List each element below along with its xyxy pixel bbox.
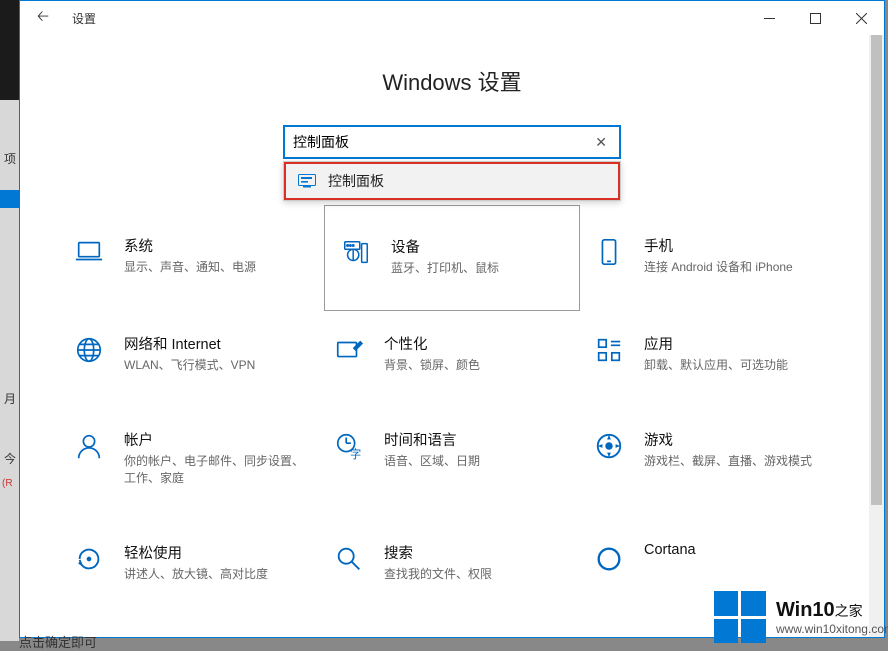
search-suggestion[interactable]: 控制面板 (284, 162, 620, 200)
category-desc: 连接 Android 设备和 iPhone (644, 259, 793, 275)
category-title: 搜索 (384, 542, 492, 563)
back-button[interactable]: 🡠 (20, 6, 66, 31)
background-strip: 项 月 今 (R (0, 0, 19, 641)
category-desc: 显示、声音、通知、电源 (124, 259, 256, 275)
category-personalize[interactable]: 个性化背景、锁屏、颜色 (324, 323, 580, 383)
search-wrap: ✕ 控制面板 (283, 125, 621, 159)
page-heading: Windows 设置 (20, 65, 884, 97)
suggestion-label: 控制面板 (328, 171, 384, 191)
search-input[interactable] (293, 134, 591, 150)
category-title: 时间和语言 (384, 429, 480, 450)
category-phone[interactable]: 手机连接 Android 设备和 iPhone (584, 225, 840, 287)
search-icon (332, 542, 366, 576)
category-title: 应用 (644, 333, 788, 354)
watermark-brand: Win10 (776, 599, 835, 621)
watermark-url: www.win10xitong.com (776, 622, 888, 636)
minimize-button[interactable] (746, 1, 792, 35)
category-title: 游戏 (644, 429, 812, 450)
settings-categories: 系统显示、声音、通知、电源 设备蓝牙、打印机、鼠标 手机连接 Android 设备和… (20, 225, 884, 592)
category-globe[interactable]: 网络和 Internet WLAN、飞行模式、VPN (64, 323, 320, 383)
phone-icon (592, 235, 626, 269)
category-desc: 蓝牙、打印机、鼠标 (391, 260, 499, 276)
category-desc: 讲述人、放大镜、高对比度 (124, 566, 268, 582)
category-title: 网络和 Internet (124, 333, 255, 354)
time-icon: 字 (332, 429, 366, 463)
category-ease[interactable]: 轻松使用讲述人、放大镜、高对比度 (64, 532, 320, 592)
close-button[interactable] (838, 1, 884, 35)
content-area: Windows 设置 ✕ 控制面板 系统显示、声音、通知、电源设备蓝牙、打印机、… (20, 35, 884, 637)
category-title: 轻松使用 (124, 542, 268, 563)
category-cortana[interactable]: Cortana (584, 532, 840, 592)
category-desc: 查找我的文件、权限 (384, 566, 492, 582)
category-desc: 背景、锁屏、颜色 (384, 357, 480, 373)
maximize-button[interactable] (792, 1, 838, 35)
svg-text:字: 字 (350, 448, 361, 462)
category-title: 手机 (644, 235, 793, 256)
category-desc: 语音、区域、日期 (384, 453, 480, 469)
clear-search-icon[interactable]: ✕ (591, 134, 611, 151)
gaming-icon (592, 429, 626, 463)
cortana-icon (592, 542, 626, 576)
account-icon (72, 429, 106, 463)
category-title: 设备 (391, 236, 499, 257)
category-title: 个性化 (384, 333, 480, 354)
devices-icon (339, 236, 373, 270)
scrollbar[interactable] (869, 35, 884, 637)
scrollbar-thumb[interactable] (871, 35, 882, 505)
bottom-hint: 点击确定即可 (19, 632, 97, 651)
category-desc: 游戏栏、截屏、直播、游戏模式 (644, 453, 812, 469)
category-desc: WLAN、飞行模式、VPN (124, 357, 255, 373)
windows-logo-icon (714, 591, 766, 643)
category-desc: 卸载、默认应用、可选功能 (644, 357, 788, 373)
search-suggestions: 控制面板 (283, 161, 621, 201)
category-title: 系统 (124, 235, 256, 256)
category-account[interactable]: 帐户你的帐户、电子邮件、同步设置、工作、家庭 (64, 419, 320, 495)
laptop-icon (72, 235, 106, 269)
category-search[interactable]: 搜索查找我的文件、权限 (324, 532, 580, 592)
category-desc: 你的帐户、电子邮件、同步设置、工作、家庭 (124, 453, 312, 485)
ease-icon (72, 542, 106, 576)
category-gaming[interactable]: 游戏游戏栏、截屏、直播、游戏模式 (584, 419, 840, 495)
globe-icon (72, 333, 106, 367)
category-apps[interactable]: 应用卸载、默认应用、可选功能 (584, 323, 840, 383)
watermark-suffix: 之家 (835, 603, 863, 619)
category-laptop[interactable]: 系统显示、声音、通知、电源 (64, 225, 320, 287)
window-title: 设置 (66, 10, 96, 27)
watermark: Win10之家 www.win10xitong.com (714, 591, 888, 643)
search-box[interactable]: ✕ (283, 125, 621, 159)
control-panel-icon (298, 174, 316, 188)
titlebar: 🡠 设置 (20, 1, 884, 35)
personalize-icon (332, 333, 366, 367)
category-title: Cortana (644, 542, 696, 558)
category-time[interactable]: 字 时间和语言语音、区域、日期 (324, 419, 580, 495)
category-devices[interactable]: 设备蓝牙、打印机、鼠标 (324, 205, 580, 311)
category-title: 帐户 (124, 429, 312, 450)
settings-window: 🡠 设置 Windows 设置 ✕ 控制面板 (19, 0, 885, 638)
apps-icon (592, 333, 626, 367)
